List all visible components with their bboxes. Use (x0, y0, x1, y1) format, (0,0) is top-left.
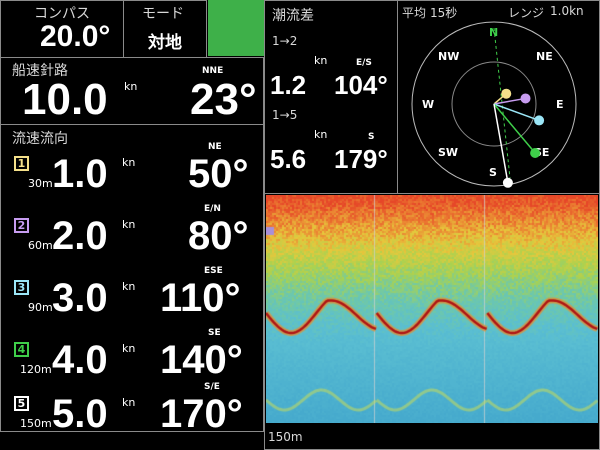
echogram-display (266, 195, 598, 423)
layer-speed-value: 1.0 (52, 152, 108, 196)
layer-dir-value: 110° (160, 276, 241, 320)
tide-diff-dir: 179° (334, 144, 388, 174)
compass-sw-label: SW (438, 146, 458, 159)
tide-diff-dir: 104° (334, 70, 388, 100)
current-vector-marker (501, 88, 512, 99)
layer-dir-label: SE (208, 328, 221, 338)
tide-diff-dir-label: E/S (356, 58, 372, 68)
layer-speed-unit: kn (122, 342, 136, 355)
layer-speed-value: 2.0 (52, 214, 108, 258)
compass-e-label: E (556, 98, 564, 111)
layer-depth: 120m (20, 363, 52, 376)
tide-diff-speed: 5.6 (270, 144, 307, 174)
compass-n-label: N (489, 26, 498, 39)
layer-speed-value: 5.0 (52, 392, 108, 436)
tide-diff-unit: kn (314, 128, 328, 141)
ship-heading-value: 23° (190, 75, 257, 124)
compass-ne-label: NE (536, 50, 553, 63)
current-vector-marker (534, 115, 545, 126)
layer-dir-value: 140° (160, 338, 243, 382)
layer-dir-value: 80° (188, 214, 249, 258)
layer-dir-label: ESE (204, 266, 223, 276)
vector-plot: N NE E SE S SW W NW (411, 21, 577, 188)
compass-value: 20.0° (40, 20, 111, 53)
echogram-depth-label: 150m (268, 430, 303, 444)
current-vector-marker (530, 148, 541, 159)
layer-dir-label: E/N (204, 204, 221, 214)
mode-label: モード (142, 6, 184, 22)
layer-number-badge: 4 (14, 342, 29, 357)
green-accent-block (208, 0, 264, 56)
layer-depth: 150m (20, 417, 52, 430)
layer-dir-label: S/E (204, 382, 220, 392)
layer-depth: 90m (28, 301, 53, 314)
layer-number-badge: 2 (14, 218, 29, 233)
current-vector-marker (502, 177, 513, 188)
layer-dir-value: 170° (160, 392, 243, 436)
layer-speed-unit: kn (122, 396, 136, 409)
layer-number-badge: 5 (14, 396, 29, 411)
vector-range-value: 1.0kn (550, 4, 584, 18)
tide-diff-range: 1→2 (272, 34, 298, 48)
layer-depth: 60m (28, 239, 53, 252)
current-label: 流速流向 (12, 131, 68, 147)
layer-number-badge: 3 (14, 280, 29, 295)
tide-diff-range: 1→5 (272, 108, 298, 122)
layer-dir-label: NE (208, 142, 222, 152)
layer-speed-value: 3.0 (52, 276, 108, 320)
ship-speed-unit: kn (124, 80, 138, 93)
ship-speed-value: 10.0 (22, 75, 108, 124)
layer-speed-unit: kn (122, 280, 136, 293)
layer-speed-value: 4.0 (52, 338, 108, 382)
tide-diff-unit: kn (314, 54, 328, 67)
layer-depth: 30m (28, 177, 53, 190)
tide-diff-dir-label: S (368, 132, 375, 142)
layer-number-badge: 1 (14, 156, 29, 171)
tide-diff-speed: 1.2 (270, 70, 307, 100)
layer-speed-unit: kn (122, 156, 136, 169)
compass-nw-label: NW (438, 50, 459, 63)
mode-value: 対地 (148, 33, 182, 53)
layer-speed-unit: kn (122, 218, 136, 231)
layer-dir-value: 50° (188, 152, 249, 196)
current-vector-marker (520, 93, 531, 104)
tide-diff-label: 潮流差 (272, 8, 314, 24)
compass-w-label: W (422, 98, 434, 111)
compass-s-label: S (489, 166, 497, 179)
